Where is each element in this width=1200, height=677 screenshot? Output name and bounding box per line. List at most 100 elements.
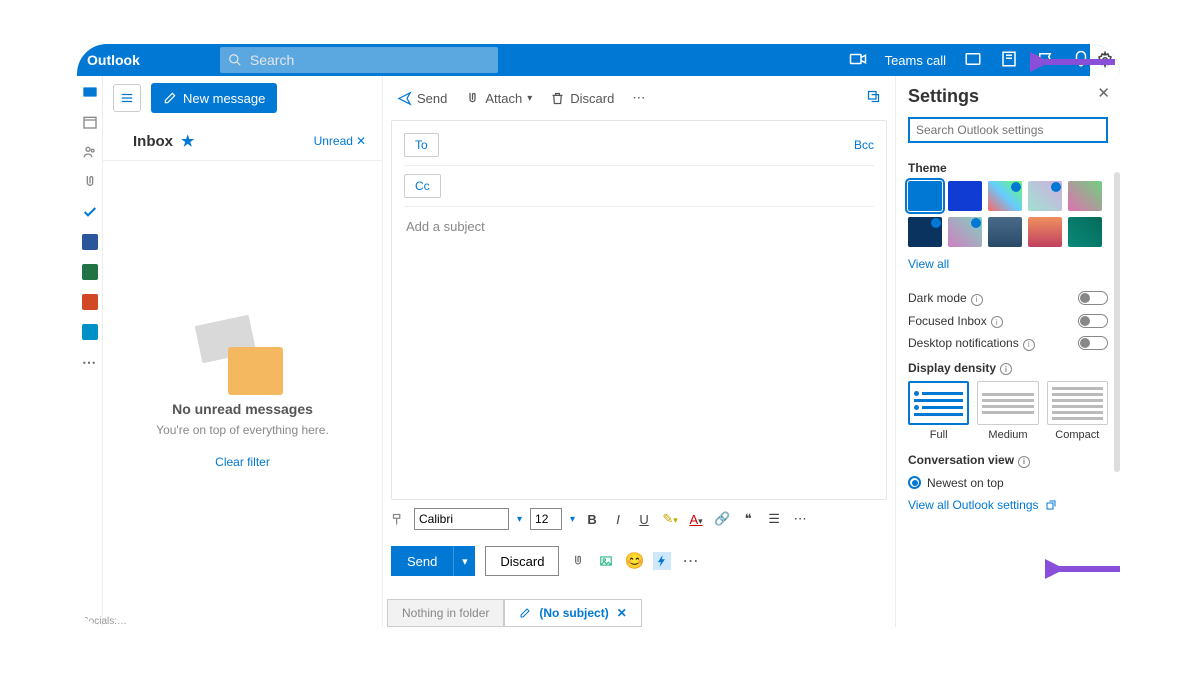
theme-default[interactable] [908,181,942,211]
dictate-icon[interactable] [653,552,671,570]
settings-title: Settings [908,86,1108,107]
insert-picture-icon[interactable] [597,552,615,570]
newest-on-top-radio[interactable]: Newest on top [908,476,1108,490]
theme-paint[interactable] [1068,181,1102,211]
teams-call-label[interactable]: Teams call [885,53,946,68]
view-all-themes-link[interactable]: View all [908,257,949,271]
app-launcher-icon[interactable] [82,324,98,340]
powerpoint-icon[interactable] [82,294,98,310]
emoji-icon[interactable]: 😊 [625,552,643,570]
mail-icon[interactable] [82,84,98,100]
compose-pane: Send Attach▾ Discard ⋯ To Bcc Cc Add a s… [383,76,896,627]
density-full[interactable]: Full [908,381,969,441]
highlight-button[interactable]: ✎▾ [661,511,679,527]
send-toolbar-button[interactable]: Send [397,91,447,106]
new-message-button[interactable]: New message [151,83,277,113]
send-button[interactable]: Send [391,546,453,576]
dark-mode-label: Dark mode [908,291,967,305]
app-header: Outlook Search Teams call [77,44,1120,76]
files-icon[interactable] [82,174,98,190]
settings-search-input[interactable] [908,117,1108,143]
todo-icon[interactable] [82,204,98,220]
people-icon[interactable] [82,144,98,160]
bold-button[interactable]: B [583,512,601,527]
global-search[interactable]: Search [220,47,498,73]
video-icon[interactable] [849,50,867,71]
density-medium[interactable]: Medium [977,381,1038,441]
density-compact[interactable]: Compact [1047,381,1108,441]
discard-button[interactable]: Discard [485,546,559,576]
empty-illustration [198,320,288,395]
cc-button[interactable]: Cc [404,174,441,198]
close-tab-icon[interactable]: ✕ [617,606,627,620]
pencil-icon [519,607,531,619]
footer-socials: Socials:… [82,616,127,627]
link-button[interactable]: 🔗 [713,511,731,527]
dark-mode-toggle[interactable] [1078,291,1108,305]
view-all-outlook-settings-link[interactable]: View all Outlook settings [908,498,1108,512]
attach-button[interactable]: Attach▾ [465,91,532,106]
list-button[interactable]: ☰ [765,511,783,527]
body-editor[interactable] [404,234,874,487]
subject-input[interactable]: Add a subject [404,215,874,234]
chevron-down-icon[interactable]: ▾ [570,514,575,525]
popout-button[interactable] [866,89,881,107]
my-day-icon[interactable] [1036,50,1054,71]
formatpainter-icon[interactable] [391,512,406,527]
info-icon[interactable]: i [1023,339,1035,351]
theme-pastel[interactable] [1028,181,1062,211]
info-icon[interactable]: i [1000,363,1012,375]
font-color-button[interactable]: A▾ [687,512,705,527]
send-icon [397,91,412,106]
desktop-notifications-toggle[interactable] [1078,336,1108,350]
more-format[interactable]: ⋯ [791,511,809,527]
quote-button[interactable]: ❝ [739,511,757,527]
theme-tech[interactable] [1068,217,1102,247]
theme-mountain[interactable] [988,217,1022,247]
info-icon[interactable]: i [1018,456,1030,468]
favorite-star-icon[interactable]: ★ [181,132,194,150]
more-send-options[interactable]: ⋯ [681,552,699,570]
theme-grid [908,181,1108,247]
clear-filter-link[interactable]: Clear filter [215,455,270,469]
theme-label: Theme [908,161,1108,175]
more-apps[interactable]: ⋯ [82,354,97,371]
font-family-input[interactable] [414,508,509,530]
close-settings-button[interactable]: ✕ [1097,84,1110,102]
attach-inline-icon[interactable] [569,552,587,570]
theme-sunset[interactable] [1028,217,1062,247]
compose-icon [163,91,177,105]
excel-icon[interactable] [82,264,98,280]
to-button[interactable]: To [404,133,439,157]
discard-toolbar-button[interactable]: Discard [550,91,614,106]
hamburger-button[interactable] [113,84,141,112]
tab-draft[interactable]: (No subject) ✕ [504,599,641,627]
font-size-input[interactable] [530,508,562,530]
focused-inbox-toggle[interactable] [1078,314,1108,328]
theme-circuits[interactable] [908,217,942,247]
popout-icon [1045,499,1057,511]
theme-rainbow[interactable] [988,181,1022,211]
chevron-down-icon[interactable]: ▾ [517,514,522,525]
send-dropdown[interactable]: ▾ [453,546,475,576]
calendar-icon[interactable] [82,114,98,130]
notes-icon[interactable] [1000,50,1018,71]
info-icon[interactable]: i [991,316,1003,328]
more-actions[interactable]: ⋯ [632,90,645,106]
unread-filter-chip[interactable]: Unread ✕ [314,134,366,148]
meet-now-icon[interactable] [964,50,982,71]
underline-button[interactable]: U [635,512,653,527]
close-icon: ✕ [356,134,366,148]
settings-button[interactable] [1090,44,1120,76]
scrollbar[interactable] [1114,172,1120,472]
notifications-icon[interactable] [1072,50,1090,71]
italic-button[interactable]: I [609,512,627,527]
theme-abstract[interactable] [948,217,982,247]
app-brand: Outlook [87,52,140,68]
bcc-link[interactable]: Bcc [854,138,874,152]
tab-folder[interactable]: Nothing in folder [387,599,504,627]
word-icon[interactable] [82,234,98,250]
theme-blue[interactable] [948,181,982,211]
info-icon[interactable]: i [971,294,983,306]
trash-icon [550,91,565,106]
